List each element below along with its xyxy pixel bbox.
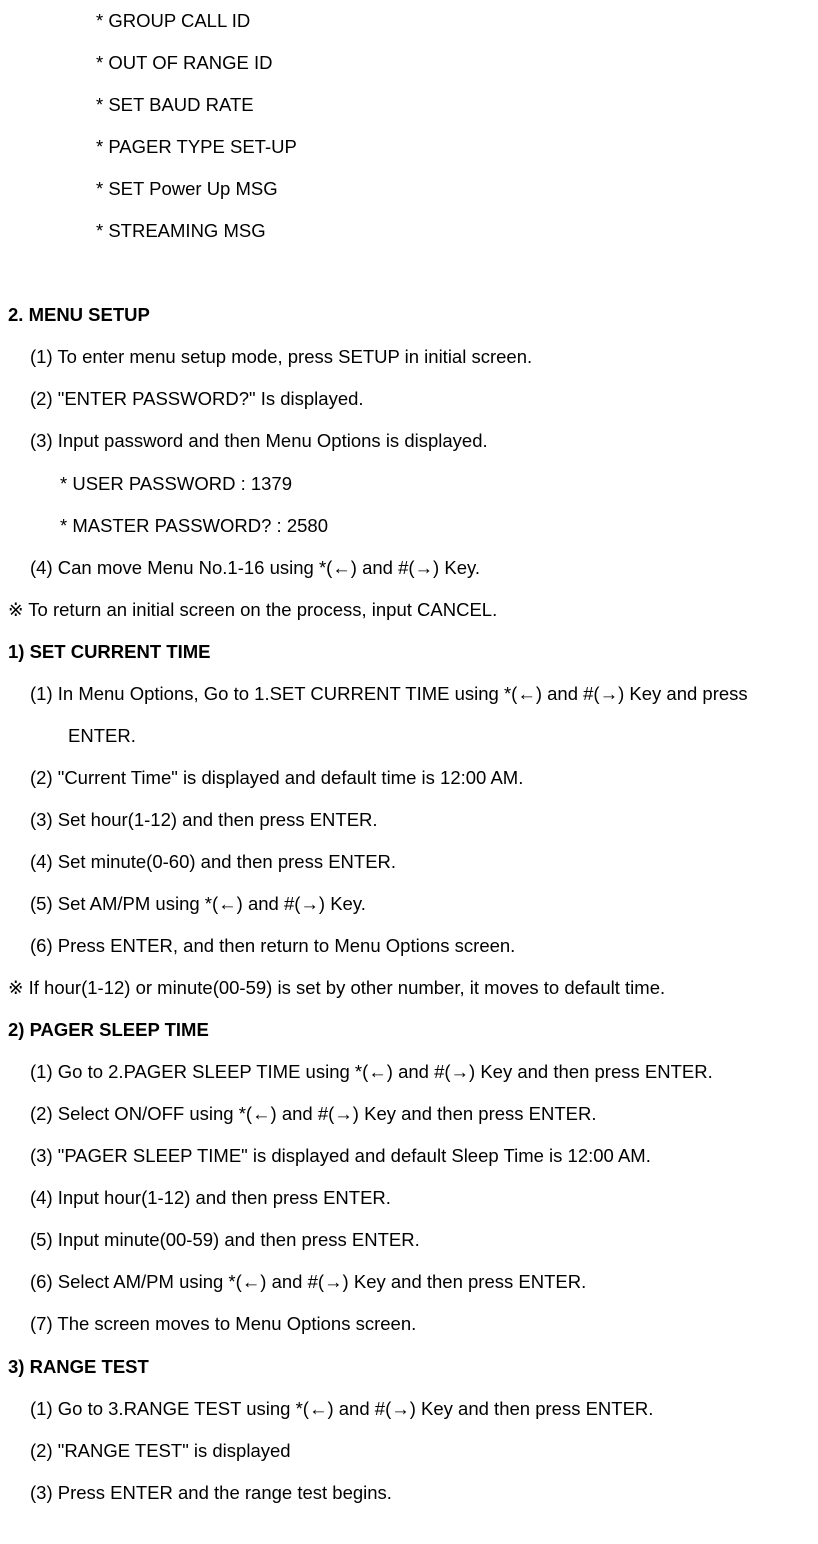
- note-line: ※ If hour(1-12) or minute(00-59) is set …: [8, 967, 810, 1009]
- range-test-step: (1) Go to 3.RANGE TEST using *(←) and #(…: [8, 1388, 810, 1430]
- intro-bullet: * OUT OF RANGE ID: [8, 42, 810, 84]
- set-current-time-step-cont: ENTER.: [8, 715, 810, 757]
- heading-menu-setup: 2. MENU SETUP: [8, 294, 810, 336]
- pager-sleep-time-step: (1) Go to 2.PAGER SLEEP TIME using *(←) …: [8, 1051, 810, 1093]
- range-test-step: (2) "RANGE TEST" is displayed: [8, 1430, 810, 1472]
- blank-line: [8, 252, 810, 294]
- password-line: * USER PASSWORD : 1379: [8, 463, 810, 505]
- range-test-step: (3) Press ENTER and the range test begin…: [8, 1472, 810, 1514]
- heading-pager-sleep-time: 2) PAGER SLEEP TIME: [8, 1009, 810, 1051]
- password-line: * MASTER PASSWORD? : 2580: [8, 505, 810, 547]
- document-page: * GROUP CALL ID * OUT OF RANGE ID * SET …: [0, 0, 818, 1544]
- set-current-time-step: (4) Set minute(0-60) and then press ENTE…: [8, 841, 810, 883]
- set-current-time-step: (6) Press ENTER, and then return to Menu…: [8, 925, 810, 967]
- set-current-time-step: (1) In Menu Options, Go to 1.SET CURRENT…: [8, 673, 810, 715]
- heading-set-current-time: 1) SET CURRENT TIME: [8, 631, 810, 673]
- pager-sleep-time-step: (3) "PAGER SLEEP TIME" is displayed and …: [8, 1135, 810, 1177]
- intro-bullet: * STREAMING MSG: [8, 210, 810, 252]
- note-line: ※ To return an initial screen on the pro…: [8, 589, 810, 631]
- set-current-time-step: (3) Set hour(1-12) and then press ENTER.: [8, 799, 810, 841]
- menu-setup-step: (2) "ENTER PASSWORD?" Is displayed.: [8, 378, 810, 420]
- pager-sleep-time-step: (4) Input hour(1-12) and then press ENTE…: [8, 1177, 810, 1219]
- intro-bullet: * SET BAUD RATE: [8, 84, 810, 126]
- menu-setup-step: (4) Can move Menu No.1-16 using *(←) and…: [8, 547, 810, 589]
- menu-setup-step: (1) To enter menu setup mode, press SETU…: [8, 336, 810, 378]
- pager-sleep-time-step: (6) Select AM/PM using *(←) and #(→) Key…: [8, 1261, 810, 1303]
- pager-sleep-time-step: (2) Select ON/OFF using *(←) and #(→) Ke…: [8, 1093, 810, 1135]
- intro-bullet: * PAGER TYPE SET-UP: [8, 126, 810, 168]
- intro-bullet: * GROUP CALL ID: [8, 0, 810, 42]
- set-current-time-step: (5) Set AM/PM using *(←) and #(→) Key.: [8, 883, 810, 925]
- pager-sleep-time-step: (7) The screen moves to Menu Options scr…: [8, 1303, 810, 1345]
- menu-setup-step: (3) Input password and then Menu Options…: [8, 420, 810, 462]
- intro-bullet: * SET Power Up MSG: [8, 168, 810, 210]
- heading-range-test: 3) RANGE TEST: [8, 1346, 810, 1388]
- pager-sleep-time-step: (5) Input minute(00-59) and then press E…: [8, 1219, 810, 1261]
- set-current-time-step: (2) "Current Time" is displayed and defa…: [8, 757, 810, 799]
